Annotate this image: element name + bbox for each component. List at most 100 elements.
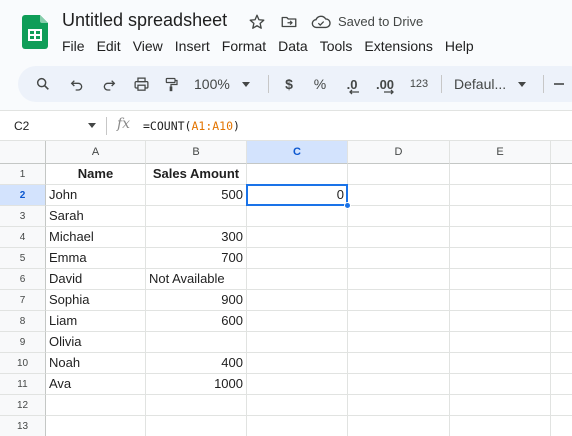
decrease-font-size-icon[interactable] (551, 72, 567, 96)
cell-a9[interactable]: Olivia (46, 332, 146, 353)
cell-d1[interactable] (348, 164, 450, 185)
cell-f9[interactable] (551, 332, 572, 353)
row-header-9[interactable]: 9 (0, 332, 46, 353)
row-header-6[interactable]: 6 (0, 269, 46, 290)
star-icon[interactable] (247, 12, 267, 32)
cell-c9[interactable] (247, 332, 348, 353)
row-header-4[interactable]: 4 (0, 227, 46, 248)
zoom-select[interactable]: 100% (194, 72, 258, 96)
cell-b4[interactable]: 300 (146, 227, 247, 248)
cell-c11[interactable] (247, 374, 348, 395)
cell-d6[interactable] (348, 269, 450, 290)
menu-view[interactable]: View (127, 36, 169, 56)
cell-d11[interactable] (348, 374, 450, 395)
cell-b3[interactable] (146, 206, 247, 227)
cell-c8[interactable] (247, 311, 348, 332)
cell-b12[interactable] (146, 395, 247, 416)
cell-d10[interactable] (348, 353, 450, 374)
column-header-d[interactable]: D (348, 141, 450, 164)
cell-e5[interactable] (450, 248, 551, 269)
select-all-corner[interactable] (0, 141, 46, 164)
cell-b8[interactable]: 600 (146, 311, 247, 332)
cell-d2[interactable] (348, 185, 450, 206)
cell-c7[interactable] (247, 290, 348, 311)
cell-a11[interactable]: Ava (46, 374, 146, 395)
decrease-decimal-button[interactable]: .0 (340, 72, 364, 96)
cell-e3[interactable] (450, 206, 551, 227)
menu-format[interactable]: Format (216, 36, 272, 56)
cell-d4[interactable] (348, 227, 450, 248)
cell-a13[interactable] (46, 416, 146, 436)
cell-d7[interactable] (348, 290, 450, 311)
sheets-logo-icon[interactable] (22, 15, 48, 49)
row-header-11[interactable]: 11 (0, 374, 46, 395)
cell-a5[interactable]: Emma (46, 248, 146, 269)
cell-a12[interactable] (46, 395, 146, 416)
row-header-3[interactable]: 3 (0, 206, 46, 227)
currency-format-button[interactable]: $ (280, 72, 298, 96)
cell-b9[interactable] (146, 332, 247, 353)
cell-e1[interactable] (450, 164, 551, 185)
cell-a7[interactable]: Sophia (46, 290, 146, 311)
undo-icon[interactable] (66, 72, 88, 96)
row-header-12[interactable]: 12 (0, 395, 46, 416)
cell-f6[interactable] (551, 269, 572, 290)
cell-f10[interactable] (551, 353, 572, 374)
cell-e11[interactable] (450, 374, 551, 395)
print-icon[interactable] (130, 72, 152, 96)
cell-e13[interactable] (450, 416, 551, 436)
move-to-folder-icon[interactable] (279, 12, 299, 32)
cell-c2[interactable]: 0 (247, 185, 348, 206)
column-header-b[interactable]: B (146, 141, 247, 164)
cell-d9[interactable] (348, 332, 450, 353)
fill-handle[interactable] (344, 202, 351, 209)
cell-b10[interactable]: 400 (146, 353, 247, 374)
cell-e12[interactable] (450, 395, 551, 416)
column-header-a[interactable]: A (46, 141, 146, 164)
cell-e2[interactable] (450, 185, 551, 206)
cell-f4[interactable] (551, 227, 572, 248)
cell-b7[interactable]: 900 (146, 290, 247, 311)
cell-f1[interactable] (551, 164, 572, 185)
cell-c6[interactable] (247, 269, 348, 290)
cell-e10[interactable] (450, 353, 551, 374)
cell-e4[interactable] (450, 227, 551, 248)
cell-f3[interactable] (551, 206, 572, 227)
cell-f13[interactable] (551, 416, 572, 436)
increase-decimal-button[interactable]: .00 (372, 72, 398, 96)
cell-a10[interactable]: Noah (46, 353, 146, 374)
cell-d3[interactable] (348, 206, 450, 227)
cell-a3[interactable]: Sarah (46, 206, 146, 227)
cell-b6[interactable]: Not Available (146, 269, 247, 290)
cell-f5[interactable] (551, 248, 572, 269)
cell-e9[interactable] (450, 332, 551, 353)
cell-a2[interactable]: John (46, 185, 146, 206)
cell-c5[interactable] (247, 248, 348, 269)
percent-format-button[interactable]: % (311, 72, 329, 96)
cell-e7[interactable] (450, 290, 551, 311)
cell-b5[interactable]: 700 (146, 248, 247, 269)
cell-c13[interactable] (247, 416, 348, 436)
menu-tools[interactable]: Tools (314, 36, 359, 56)
column-header-c[interactable]: C (247, 141, 348, 164)
cell-a4[interactable]: Michael (46, 227, 146, 248)
row-header-7[interactable]: 7 (0, 290, 46, 311)
cell-d8[interactable] (348, 311, 450, 332)
cell-f11[interactable] (551, 374, 572, 395)
cell-c1[interactable] (247, 164, 348, 185)
cell-c10[interactable] (247, 353, 348, 374)
column-header-e[interactable]: E (450, 141, 551, 164)
cell-b1[interactable]: Sales Amount (146, 164, 247, 185)
cell-e8[interactable] (450, 311, 551, 332)
paint-format-icon[interactable] (160, 72, 182, 96)
cloud-saved-icon[interactable] (311, 12, 331, 32)
cell-b2[interactable]: 500 (146, 185, 247, 206)
cell-c12[interactable] (247, 395, 348, 416)
row-header-5[interactable]: 5 (0, 248, 46, 269)
cell-d5[interactable] (348, 248, 450, 269)
menu-data[interactable]: Data (272, 36, 314, 56)
cell-a6[interactable]: David (46, 269, 146, 290)
formula-input[interactable]: =COUNT(A1:A10) (143, 119, 240, 133)
cell-f2[interactable] (551, 185, 572, 206)
cell-c4[interactable] (247, 227, 348, 248)
